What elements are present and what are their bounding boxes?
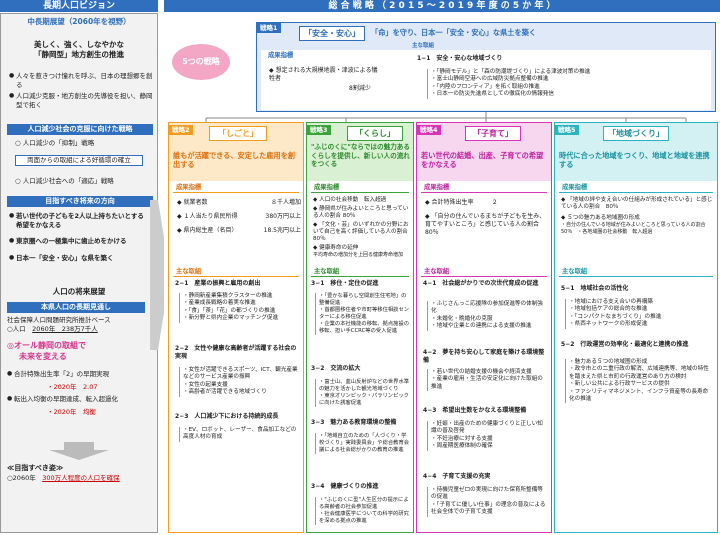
basic-source: 社会保障人口問題研究所推計ベース — [7, 316, 111, 324]
all-shizuoka-title: ◎オール静岡の取組で 未来を変える — [7, 341, 86, 361]
all-bullets: 合計特殊出生率「2」の早期実現 ・2020年 2.07 転出入均衡の早期達成、転… — [7, 370, 155, 416]
strategy-2-lead: 誰もが活躍できる、安定した雇用を創出する — [173, 151, 296, 169]
challenge-item-1: ○ 人口減少の「抑制」戦略 — [15, 139, 95, 147]
strategy-2-kpi-head: 成果指標 — [173, 183, 299, 193]
strategy-4-m3: 4−3 希望出生数をかなえる環境整備 — [423, 407, 527, 414]
strategy-2-box: 戦略2 「しごと」 誰もが活躍できる、安定した雇用を創出する 成果指標 ◆ 就業… — [168, 122, 304, 533]
strategy-5-m1: 5−1 地域社会の活性化 — [561, 285, 629, 292]
strategy-3-lead: "ふじのくに"ならではの魅力あるくらしを提供し、新しい人の流れをつくる — [311, 143, 410, 168]
vision-title: 美しく、強く、しなやかな 「静岡型」地方創生の推進 — [34, 40, 124, 59]
strategy-4-tab: 戦略4 — [417, 125, 441, 135]
strategy-4-m1: 4−1 社会総がかりでの次世代育成の促進 — [423, 280, 539, 287]
strategy-5-m1-items: ・地域における支え合いの再構築 ・地域包括ケアの総合的な推進 ・「コンパクトなまちづ… — [565, 299, 713, 329]
strategy-5-keyword: 「地域づくり」 — [603, 126, 669, 141]
strategy-3-m2: 3−2 交流の拡大 — [311, 365, 361, 372]
strategy-3-keyword: 「くらし」 — [347, 126, 403, 141]
strategy-4-m2-items: ・若い世代の結婚支援の機会や経済支援 ・産業の雇用・生活の安定化に向けた取組の推進 — [427, 369, 547, 392]
strategy-3-kpi-head: 成果指標 — [311, 183, 409, 193]
target-bullets: 若い世代の子どもを2人以上持ちたいとする希望をかなえる 東京圏への一極集中に歯止… — [9, 212, 149, 262]
strategy-1-main-num: 1−1 安全・安心な地域づくり — [417, 55, 503, 62]
mid-long-term-label: 中長期展望（2060年を視野） — [27, 17, 131, 26]
strategy-4-m2: 4−2 夢を持ち安心して家庭を築ける環境整備 — [423, 349, 545, 364]
basic-bar: 本県人口の長期見通し — [7, 302, 145, 313]
strategy-5-kpis: ◆ 「地域の絆や支え合いの仕組みが形成されている」と感じている人の割合 80％ … — [561, 197, 716, 235]
left-panel: 中長期展望（2060年を視野） 美しく、強く、しなやかな 「静岡型」地方創生の推進… — [0, 13, 158, 533]
strategy-2-tab: 戦略2 — [169, 125, 193, 135]
strategy-5-main-head: 主な取組 — [559, 267, 713, 277]
strategy-3-box: 戦略3 「くらし」 "ふじのくに"ならではの魅力あるくらしを提供し、新しい人の流… — [306, 122, 414, 533]
strategy-4-kpis: ◆ 合計特殊出生率 ２ ◆ 「自分の住んでいるまちが子どもを生み、育てやすいとこ… — [425, 199, 546, 236]
strategy-4-m4-items: ・待機児童ゼロの実現に向けた保育所整備等の促進 ・「子育てに優しい仕事」の理念の普… — [427, 487, 547, 517]
basic-row: ○人口 2060年 238万7千人 — [7, 325, 98, 333]
future-header: 人口の将来展望 — [52, 287, 106, 296]
strategy-5-box: 戦略5 「地域づくり」 時代に合った地域をつくり、地域と地域を連携する 成果指標… — [554, 122, 718, 533]
strategy-5-m2-items: ・魅力ある５つの地域圏の形成 ・政令市との二重行政の解消、広域連携等、地域の特性を… — [565, 359, 713, 404]
goal-text: ○2060年 300万人程度の人口を確保 — [7, 474, 120, 482]
strategy-4-kpi-head: 成果指標 — [421, 183, 547, 193]
strategy-4-keyword: 「子育て」 — [465, 126, 521, 141]
strategy-1-lead: 「命」を守り、日本一「安全・安心」な県土を築く — [371, 28, 537, 37]
strategy-4-m1-items: ・ふじさんっこ応援隊の参加促進等の体制強化 ・未婚化・晩婚化の克服 ・地域や企業との… — [427, 301, 547, 331]
challenge-bar: 人口減少社会の克服に向けた戦略 — [7, 124, 153, 135]
challenge-item-2: ○ 人口減少社会への「適応」戦略 — [15, 177, 114, 185]
strategy-5-kpi-head: 成果指標 — [559, 183, 713, 193]
strategy-1-keyword: 「安全・安心」 — [299, 26, 365, 41]
strategy-3-m3: 3−3 魅力ある教育環境の整備 — [311, 419, 397, 426]
strategy-2-m1-items: ・静岡新産業集積クラスターの推進 ・産業成長戦略の着実な推進 ・「食」「茶」「花」の… — [179, 293, 299, 323]
target-bar: 目指すべき将来の方向 — [7, 196, 153, 207]
strategy-4-m3-items: ・妊娠・出産のための健康づくりと正しい知識の普及啓発 ・不妊治療に対する支援 ・周産… — [427, 421, 547, 451]
strategy-4-m4: 4−4 子育て支援の充実 — [423, 473, 491, 480]
strategy-3-m4: 3−4 健康づくりの推進 — [311, 483, 379, 490]
five-strategies-badge: 5つの戦略 — [172, 44, 230, 80]
strategy-2-keyword: 「しごと」 — [209, 126, 267, 141]
strategy-1-main-head: 主な取組 — [412, 43, 435, 49]
strategy-5-tab: 戦略5 — [555, 125, 579, 135]
strategy-3-m2-items: ・富士山、韮山反射炉などの世界水準の魅力を活かした観光地域づくり ・東京オリンピッ… — [315, 379, 411, 407]
strategy-3-m3-items: ・「地域自立のための「人づくり・学校づくり」実践委員会」や総合教育会議による社会… — [315, 433, 411, 454]
strategy-2-m2: 2−2 女性や健康な高齢者が活躍する社会の実現 — [175, 345, 297, 360]
strategy-1-kpi-head: 成果指標 — [268, 52, 294, 59]
strategy-2-m3-items: ・EV、ロボット、レーザー、食品加工などの高度人材の育成 — [179, 427, 299, 442]
strategy-3-m1: 3−1 移住・定住の促進 — [311, 280, 379, 287]
down-arrow-icon — [49, 442, 109, 460]
strategy-3-tab: 戦略3 — [307, 125, 331, 135]
strategy-3-kpis: ◆ 人口の社会移動 転入超過 ◆ 静岡県が住みよいところと思っている人の割合 8… — [313, 197, 409, 258]
goal-title: ≪目指すべき姿≫ — [7, 464, 64, 472]
strategy-4-main-head: 主な取組 — [421, 267, 547, 277]
strategy-1-box: 戦略1 「安全・安心」 「命」を守り、日本一「安全・安心」な県土を築く 成果指標… — [256, 22, 716, 112]
strategy-5-m2: 5−2 行政運営の効率化・最適化と連携の推進 — [561, 341, 689, 348]
long-term-vision-header: 長期人口ビジョン — [0, 0, 158, 12]
strategy-4-lead: 若い世代の結婚、出産、子育ての希望をかなえる — [421, 151, 544, 169]
strategy-4-box: 戦略4 「子育て」 若い世代の結婚、出産、子育ての希望をかなえる 成果指標 ◆ … — [416, 122, 552, 533]
strategy-3-m1-items: ・「豊かな暮らし空間創生住宅地」の整備促進 ・首都圏移住者や市町等移住相談センター… — [315, 293, 411, 335]
strategy-2-m1: 2−1 産業の振興と雇用の創出 — [175, 280, 261, 287]
strategy-1-kpi: ◆ 想定される大規模地震・津波による犠牲者 — [269, 67, 378, 82]
strategy-2-m2-items: ・女性が活躍できるスポーツ、ICT、観光産業などのサービス産業の振興 ・女性の起業… — [179, 367, 299, 397]
strategy-1-tab: 戦略1 — [257, 23, 281, 33]
strategy-header: 総 合 戦 略 （ 2 0 1 5 ～ 2 0 1 9 年 度 の 5 か 年 … — [164, 0, 720, 12]
vision-bullets: 人々を惹きつけ憧れを呼ぶ、日本の理想郷を創る 人口減少克服・地方創生の先導役を担… — [9, 72, 155, 109]
strategy-3-main-head: 主な取組 — [311, 267, 409, 277]
strategy-3-m4-items: ・"ふじのくに型"人生区分の提示による高齢者の社会参加促進 ・社会健康医学について… — [315, 497, 411, 525]
strategy-2-main-head: 主な取組 — [173, 267, 299, 277]
mid-box: 両面からの取組による好循環の確立 — [15, 155, 143, 166]
strategy-5-lead: 時代に合った地域をつくり、地域と地域を連携する — [559, 151, 710, 169]
strategy-2-kpis: ◆ 就業者数 ８千人増加 ◆ １人当たり県民所得 380万円以上 ◆ 県内総生産（名… — [177, 199, 301, 234]
strategy-1-kpi-value: 8割減少 — [349, 85, 371, 92]
strategy-2-m3: 2−3 人口減少下における持続的成長 — [175, 413, 279, 420]
strategy-1-items: ・「静岡モデル」と「森の防潮堤づくり」による津波対策の推進 ・富士山静岡空港への… — [427, 69, 707, 99]
